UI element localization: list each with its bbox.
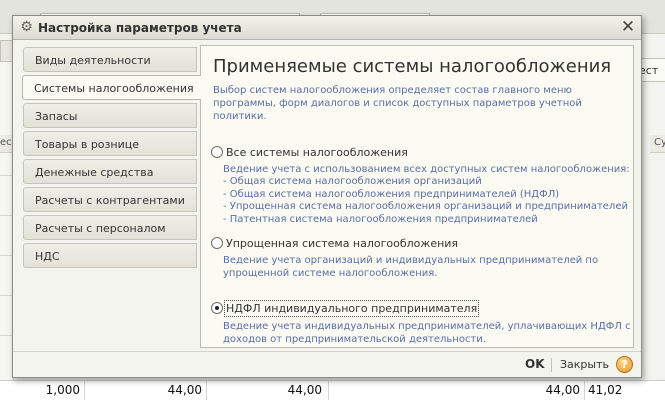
tax-systems-panel: Применяемые системы налогообложения Выбо… bbox=[200, 45, 634, 348]
radio-button[interactable] bbox=[211, 237, 223, 249]
tab-inventory[interactable]: Запасы bbox=[23, 103, 197, 128]
dialog-footer: OK Закрыть ? bbox=[13, 351, 641, 378]
panel-heading: Применяемые системы налогообложения bbox=[213, 56, 612, 77]
table-cell: 1,000 bbox=[45, 383, 80, 397]
tab-retail-goods[interactable]: Товары в рознице bbox=[23, 131, 197, 156]
settings-dialog: ⚙ Настройка параметров учета ✕ Виды деят… bbox=[12, 15, 642, 378]
option-note: Ведение учета организаций и индивидуальн… bbox=[223, 255, 599, 266]
table-cell: 44,00 bbox=[167, 383, 202, 397]
background-column-header: Су bbox=[650, 135, 665, 153]
close-icon[interactable]: ✕ bbox=[619, 18, 637, 37]
radio-button[interactable] bbox=[211, 302, 223, 314]
option-note: Ведение учета индивидуальных предпринима… bbox=[223, 321, 631, 332]
tab-personnel-settlements[interactable]: Расчеты с персоналом bbox=[23, 215, 197, 240]
dialog-body: Виды деятельности Системы налогообложени… bbox=[19, 45, 635, 348]
table-cell: 44,00 bbox=[545, 383, 580, 397]
settings-tabs: Виды деятельности Системы налогообложени… bbox=[19, 45, 201, 348]
option-note: Ведение учета с использованием всех дост… bbox=[223, 164, 630, 175]
option-note: доходов от предпринимательской деятельно… bbox=[223, 334, 486, 345]
dialog-title: Настройка параметров учета bbox=[38, 21, 242, 35]
dialog-titlebar[interactable]: ⚙ Настройка параметров учета ✕ bbox=[13, 16, 641, 40]
table-cell: 44,00 bbox=[287, 383, 322, 397]
ok-button[interactable]: OK bbox=[525, 357, 545, 371]
option-note: - Общая система налогообложения предприн… bbox=[223, 189, 560, 200]
tab-tax-systems[interactable]: Системы налогообложения bbox=[22, 75, 201, 100]
radio-label: НДФЛ индивидуального предпринимателя bbox=[223, 300, 480, 317]
radio-label: Упрощенная система налогообложения bbox=[226, 237, 459, 250]
tab-activity-types[interactable]: Виды деятельности bbox=[23, 47, 197, 72]
close-button[interactable]: Закрыть bbox=[560, 358, 609, 371]
footer-divider bbox=[551, 358, 552, 372]
gear-icon: ⚙ bbox=[20, 19, 33, 35]
option-note: - Общая система налогообложения организа… bbox=[223, 176, 482, 187]
tab-vat[interactable]: НДС bbox=[23, 243, 197, 268]
option-note: упрощенной системе налогообложения. bbox=[223, 268, 438, 279]
panel-description: Выбор систем налогообложения определяет … bbox=[213, 85, 582, 122]
option-note: - Патентная система налогообложения пред… bbox=[223, 214, 538, 225]
tab-counterparty-settlements[interactable]: Расчеты с контрагентами bbox=[23, 187, 197, 212]
radio-button[interactable] bbox=[211, 146, 223, 158]
radio-label: Все системы налогообложения bbox=[226, 146, 408, 159]
tab-cash[interactable]: Денежные средства bbox=[23, 159, 197, 184]
option-note: - Упрощенная система налогообложения орг… bbox=[223, 201, 628, 212]
help-icon[interactable]: ? bbox=[616, 356, 633, 373]
table-cell: 41,02 bbox=[588, 383, 623, 397]
